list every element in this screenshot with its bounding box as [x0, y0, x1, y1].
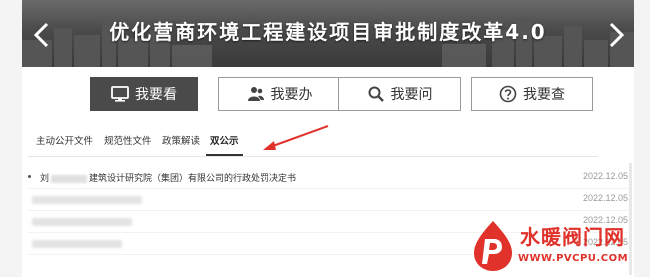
hero-banner: 优化营商环境工程建设项目审批制度改革4.0	[22, 0, 634, 67]
title-suffix: 建筑设计研究院（集团）有限公司的行政处罚决定书	[89, 173, 297, 183]
monitor-icon	[111, 86, 129, 102]
banner-title: 优化营商环境工程建设项目审批制度改革4.0	[109, 20, 547, 44]
tab-active-disclosure[interactable]: 主动公开文件	[32, 132, 97, 156]
bullet-icon	[28, 175, 31, 178]
prev-slide-arrow-icon[interactable]	[32, 22, 52, 48]
question-icon	[499, 85, 517, 103]
redacted-text	[32, 240, 122, 248]
search-icon	[368, 86, 384, 102]
list-item-title[interactable]: 刘 建筑设计研究院（集团）有限公司的行政处罚决定书	[40, 171, 296, 184]
watermark-logo-icon	[474, 221, 512, 271]
list-item[interactable]: 2022.12.05	[28, 189, 628, 211]
button-wo-yao-cha[interactable]: 我要查	[471, 77, 593, 111]
tab-policy-interpretation[interactable]: 政策解读	[158, 132, 204, 156]
site-watermark: 水暖阀门网 WWW.PVCPU.COM	[468, 217, 648, 275]
tabs-divider	[28, 156, 598, 157]
button-label: 我要查	[523, 86, 565, 102]
list-item-date: 2022.12.05	[583, 171, 629, 181]
button-wo-yao-wen[interactable]: 我要问	[338, 77, 461, 111]
watermark-url: WWW.PVCPU.COM	[518, 253, 629, 264]
annotation-arrow-icon	[263, 125, 329, 150]
list-item[interactable]: 刘 建筑设计研究院（集团）有限公司的行政处罚决定书 2022.12.05	[28, 167, 628, 189]
page: 优化营商环境工程建设项目审批制度改革4.0 我要看 我要办 我要问 我要查 主动…	[0, 0, 650, 277]
redacted-text	[32, 218, 132, 226]
list-item-date: 2022.12.05	[583, 193, 629, 203]
watermark-text: 水暖阀门网	[520, 225, 625, 249]
next-slide-arrow-icon[interactable]	[606, 22, 626, 48]
redacted-text	[51, 174, 88, 183]
button-label: 我要问	[390, 86, 433, 102]
button-wo-yao-ban[interactable]: 我要办	[218, 77, 341, 111]
redacted-text	[32, 196, 142, 204]
main-action-buttons: 我要看 我要办 我要问 我要查	[22, 77, 634, 111]
tab-double-publicity[interactable]: 双公示	[206, 132, 243, 156]
title-prefix: 刘	[40, 173, 50, 183]
tab-normative-documents[interactable]: 规范性文件	[100, 132, 156, 156]
button-label: 我要办	[270, 86, 313, 102]
users-icon	[247, 87, 264, 101]
button-wo-yao-kan[interactable]: 我要看	[90, 77, 198, 111]
button-label: 我要看	[135, 86, 177, 102]
